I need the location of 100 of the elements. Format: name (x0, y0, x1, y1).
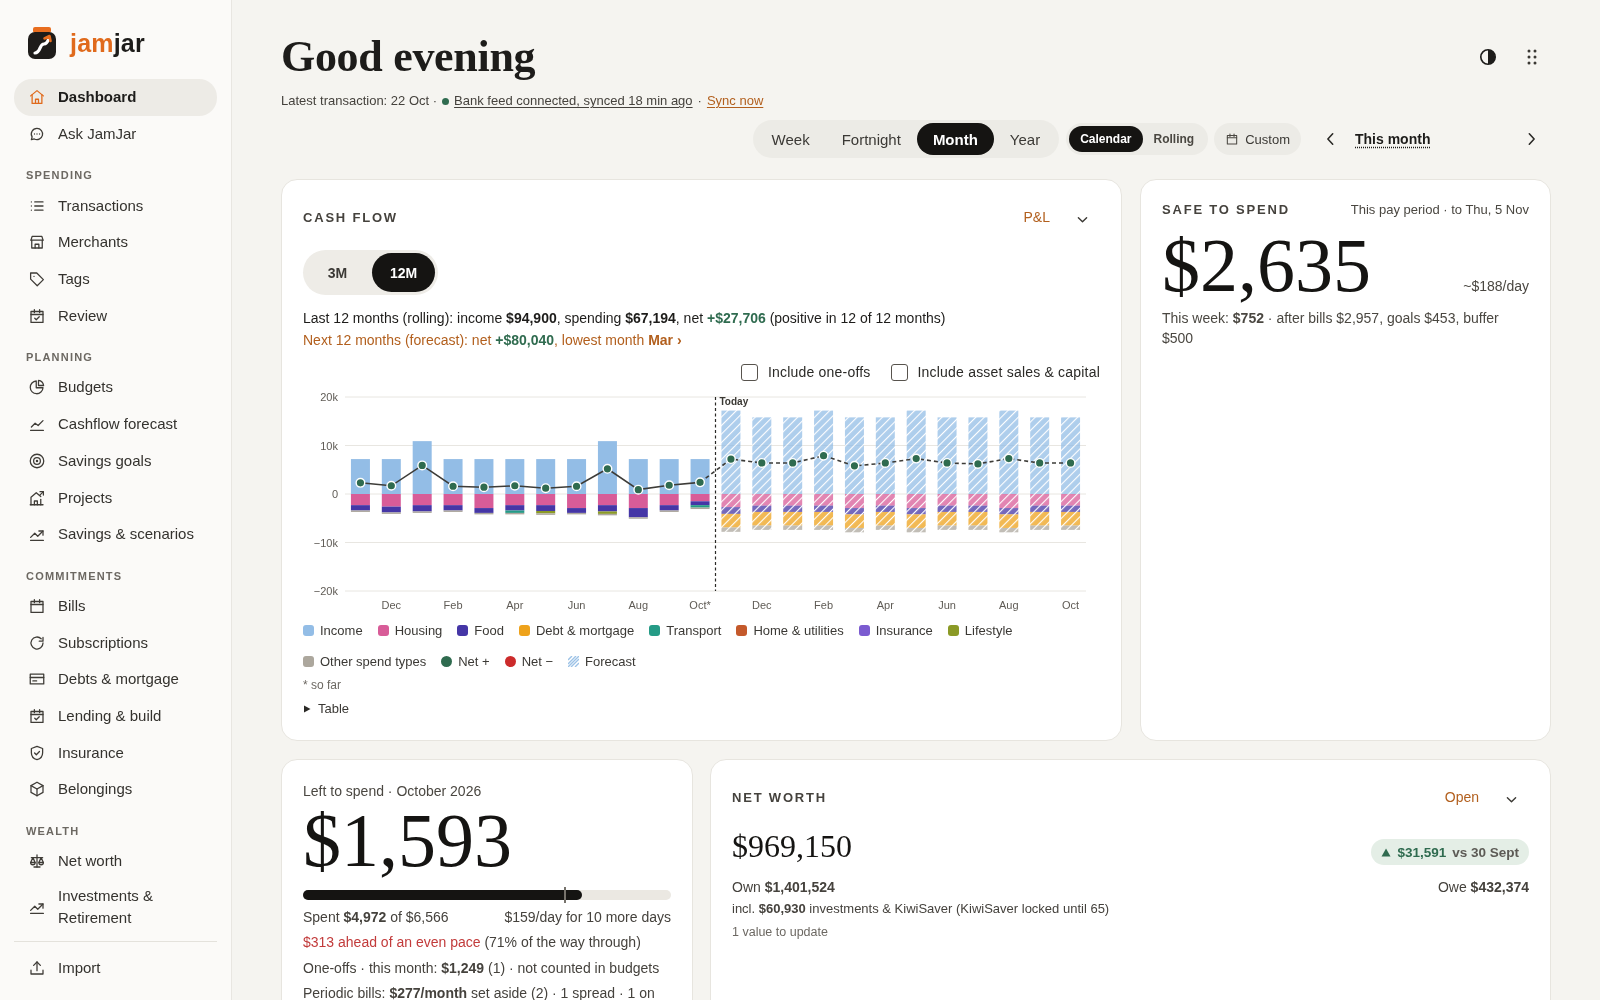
section-heading: PLANNING (25, 350, 95, 366)
nav-item[interactable]: Import (14, 949, 217, 987)
net-point (695, 477, 706, 488)
net-point (942, 457, 953, 468)
nav-item[interactable]: Insurance (14, 734, 217, 771)
legend-label: Insurance (875, 622, 933, 640)
spent-text: Spent $4,972 of $6,566 (303, 908, 449, 926)
nav-item[interactable]: Debts & mortgage (14, 660, 217, 698)
net-point (386, 480, 397, 491)
nav-item[interactable]: Dashboard (14, 79, 217, 116)
checkbox-label: Include asset sales & capital (917, 363, 1100, 382)
card-title: NET WORTH (732, 789, 827, 805)
axis-label: Apr (876, 599, 894, 611)
axis-label: Aug (999, 599, 1019, 611)
home-icon (28, 88, 46, 107)
per-day-text: $159/day for 10 more days (504, 908, 671, 926)
net-point (355, 477, 366, 488)
axis-label: 0 (331, 488, 338, 500)
nav-item[interactable]: Lending & build (14, 697, 217, 735)
axis-label: Aug (628, 599, 649, 611)
net-point (540, 483, 551, 494)
change-comparison: vs 30 Sept (1452, 844, 1519, 860)
forecast-summary[interactable]: Next 12 months (forecast): net +$80,040, lowest month Mar › (303, 329, 1100, 351)
axis-label: Dec (381, 599, 402, 611)
axis-label: 10k (320, 439, 338, 452)
axis-label: Oct (1062, 599, 1080, 611)
chevron-down-icon[interactable] (1506, 796, 1517, 804)
net-point (448, 481, 459, 492)
net-point (602, 463, 613, 474)
nav-item[interactable]: Merchants (14, 224, 217, 261)
sync-now-link[interactable]: Sync now (706, 93, 764, 109)
legend-label: Food (474, 622, 504, 640)
period-tab[interactable]: Week (755, 123, 826, 155)
open-link[interactable]: Open (1444, 789, 1479, 805)
nav-item[interactable]: Cashflow forecast (14, 405, 217, 443)
chevron-down-icon[interactable] (1077, 216, 1088, 224)
net-point (972, 458, 983, 469)
section-heading: SPENDING (25, 168, 95, 184)
legend-label: Other spend types (320, 653, 427, 671)
update-note: 1 value to update (732, 924, 829, 941)
one-offs-text: One-offs · this month: $1,249 (1) · not counted in budgets (303, 959, 661, 977)
nav-item[interactable]: Ask JamJar (14, 115, 217, 153)
tag-icon (28, 270, 46, 289)
pay-period: This pay period · to Thu, 5 Nov (1350, 201, 1529, 217)
nav-item[interactable]: Investments & Retirement (14, 879, 217, 936)
range-tab[interactable]: 12M (372, 253, 435, 292)
pl-link[interactable]: P&L (1023, 209, 1050, 225)
nav-item[interactable]: Projects (14, 479, 217, 516)
net-point (1065, 457, 1076, 468)
nav-item[interactable]: Belongings (14, 771, 217, 808)
period-tab[interactable]: Month (916, 123, 994, 155)
separator-text: · (697, 93, 702, 109)
safe-detail: This week: $752 · after bills $2,957, goals $453, buffer $500 (1162, 309, 1500, 348)
net-point (787, 457, 798, 468)
logo-wordmark: jamjar (70, 28, 145, 58)
contrast-icon[interactable] (1479, 48, 1497, 66)
calendar-icon (1225, 132, 1240, 146)
net-point (417, 460, 428, 471)
net-point (571, 481, 582, 492)
nav-item[interactable]: Review (14, 297, 217, 335)
nav-item[interactable]: Budgets (14, 369, 217, 406)
chevron-left-icon[interactable] (1326, 132, 1335, 146)
checkbox[interactable] (890, 363, 908, 381)
card-title: CASH FLOW (303, 209, 398, 225)
hatch-swatch-icon (568, 656, 580, 667)
left-amount: $1,593 (303, 803, 513, 877)
grip-icon[interactable] (1527, 49, 1537, 65)
period-tab[interactable]: Fortnight (825, 123, 917, 155)
section-heading: COMMITMENTS (25, 568, 124, 584)
nav-item[interactable]: Tags (14, 260, 217, 298)
nav-item[interactable]: Savings & scenarios (14, 515, 217, 553)
period-tab[interactable]: Year (993, 123, 1057, 155)
current-period-link[interactable]: This month (1355, 131, 1527, 147)
target-icon (28, 451, 46, 470)
checkbox[interactable] (740, 363, 758, 381)
nav-item[interactable]: Net worth (14, 842, 217, 880)
axis-label: −20k (313, 585, 338, 597)
refresh-icon (28, 633, 46, 652)
nav-item[interactable]: Subscriptions (14, 624, 217, 661)
nav-item[interactable]: Bills (14, 587, 217, 625)
bank-feed-link[interactable]: Bank feed connected, synced 18 min ago (454, 93, 693, 109)
card-title: SAFE TO SPEND (1162, 201, 1290, 217)
mode-tab[interactable]: Rolling (1142, 126, 1206, 152)
mode-tab[interactable]: Calendar (1069, 126, 1143, 152)
nav-item[interactable]: Savings goals (14, 442, 217, 480)
footnote: * so far (303, 677, 342, 693)
chevron-right-icon[interactable] (1527, 132, 1536, 146)
net-point (1034, 457, 1045, 468)
per-day-amount: ~$188/day (1463, 278, 1529, 294)
axis-label: Feb (814, 599, 834, 611)
table-toggle[interactable]: Table (303, 699, 350, 719)
legend-label: Forecast (585, 653, 636, 671)
range-tab[interactable]: 3M (306, 253, 369, 292)
axis-label: Apr (506, 599, 524, 611)
today-label: Today (719, 396, 749, 407)
checkbox-label: Include one-offs (767, 363, 871, 382)
nav-item[interactable]: Transactions (14, 187, 217, 225)
legend-label: Net − (521, 653, 554, 671)
custom-range-button[interactable]: Custom (1214, 123, 1301, 155)
investments-note: incl. $60,930 investments & KiwiSaver (KiwiSaver locked until 65) (732, 900, 1111, 918)
